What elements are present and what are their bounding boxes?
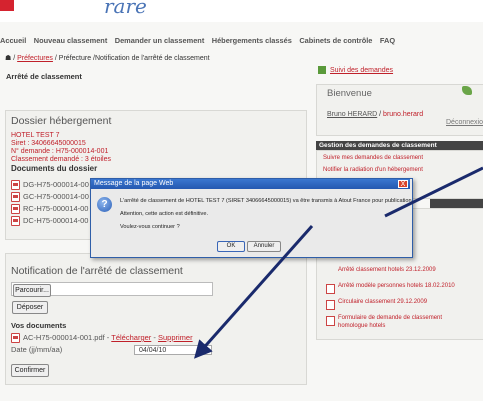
browse-button[interactable]: Parcourir... <box>13 284 51 297</box>
dialog-message: L'arrêté de classement de HOTEL TEST 7 (… <box>120 198 414 204</box>
cancel-button[interactable]: Annuler <box>247 241 281 252</box>
nav-accueil[interactable]: Accueil <box>0 36 26 45</box>
home-icon[interactable]: ☗ <box>5 55 11 62</box>
dialog-title: Message de la page Web <box>91 179 410 189</box>
pdf-icon <box>11 216 20 227</box>
dialog-warning: Attention, cette action est définitive. <box>120 211 208 217</box>
gestion-header: Gestion des demandes de classement <box>316 141 483 150</box>
classement-demande: Classement demandé : 3 étoiles <box>11 156 111 163</box>
vos-documents-title: Vos documents <box>11 321 67 330</box>
page-title: Arrêté de classement <box>6 72 82 81</box>
brand-logo-mark <box>0 0 14 11</box>
date-input[interactable]: 04/04/10 <box>134 345 212 355</box>
upload-button[interactable]: Déposer <box>12 301 48 314</box>
user-name[interactable]: Bruno HERARD <box>327 111 377 118</box>
document-row[interactable]: RC-H75-000014-00 <box>11 204 88 215</box>
pdf-icon <box>11 204 20 215</box>
supprimer-link[interactable]: Supprimer <box>158 333 193 342</box>
pdf-icon <box>11 180 20 191</box>
breadcrumb-sep: / <box>13 55 16 62</box>
user-sep: / <box>379 111 382 118</box>
gestion-link-suivre[interactable]: Suivre mes demandes de classement <box>323 154 423 163</box>
close-icon[interactable]: X <box>398 180 408 188</box>
notification-title: Notification de l'arrêté de classement <box>11 265 183 277</box>
confirm-button[interactable]: Confirmer <box>11 364 49 377</box>
nav-nouveau-classement[interactable]: Nouveau classement <box>34 36 108 45</box>
question-icon: ? <box>97 197 112 212</box>
ok-button[interactable]: OK <box>217 241 245 252</box>
documents-header <box>430 199 483 208</box>
date-label: Date (jj/mm/aa) <box>11 345 63 354</box>
doc-link[interactable]: Circulaire classement 29.12.2009 <box>338 298 427 307</box>
documents-title: Documents du dossier <box>11 164 98 173</box>
pdf-icon <box>11 333 20 344</box>
breadcrumb-current: /Notification de l'arrêté de classement <box>93 55 210 62</box>
gestion-link-radiation[interactable]: Notifier la radiation d'un hébergement <box>323 166 423 175</box>
brand-logo-text: rare <box>104 0 147 18</box>
top-banner: rare <box>0 0 483 22</box>
telecharger-link[interactable]: Télécharger <box>111 333 151 342</box>
pdf-icon <box>11 192 20 203</box>
doc-link[interactable]: Arrêté modèle personnes hotels 18.02.201… <box>338 282 455 291</box>
link-separator: - <box>153 333 156 342</box>
nav-demander-classement[interactable]: Demander un classement <box>115 36 205 45</box>
user-login: bruno.herard <box>383 111 424 118</box>
breadcrumb-prefecture[interactable]: Préfecture <box>59 55 91 62</box>
breadcrumb-prefectures[interactable]: Préfectures <box>17 55 53 62</box>
leaf-icon <box>462 86 472 95</box>
breadcrumb-sep: / <box>54 55 57 62</box>
nav-cabinets-controle[interactable]: Cabinets de contrôle <box>299 36 372 45</box>
list-icon <box>318 66 326 75</box>
document-row[interactable]: DG-H75-000014-00 <box>11 180 89 191</box>
dossier-title: Dossier hébergement <box>11 115 112 127</box>
document-row[interactable]: GC-H75-000014-00 <box>11 192 89 203</box>
logout-link[interactable]: Déconnexion <box>446 118 483 127</box>
document-icon <box>326 313 335 331</box>
document-row[interactable]: DC-H75-000014-00 <box>11 216 88 227</box>
nav-hebergements-classes[interactable]: Hébergements classés <box>212 36 292 45</box>
doc-link[interactable]: Arrêté classement hotels 23.12.2009 <box>338 266 436 275</box>
welcome-title: Bienvenue <box>327 88 372 99</box>
dialog-question: Voulez-vous continuer ? <box>120 224 180 230</box>
user-line: Bruno HERARD / bruno.herard <box>327 110 423 119</box>
uploaded-doc-name: AC-H75-000014-001.pdf - <box>23 333 110 342</box>
suivi-demandes-link[interactable]: Suivi des demandes <box>318 66 393 75</box>
main-nav: Accueil Nouveau classement Demander un c… <box>0 30 483 45</box>
doc-link-continued[interactable]: homologue hotels <box>338 322 385 331</box>
uploaded-document-row: AC-H75-000014-001.pdf - Télécharger - Su… <box>11 333 193 344</box>
nav-faq[interactable]: FAQ <box>380 36 395 45</box>
breadcrumb: ☗ / Préfectures / Préfecture /Notificati… <box>5 54 210 63</box>
